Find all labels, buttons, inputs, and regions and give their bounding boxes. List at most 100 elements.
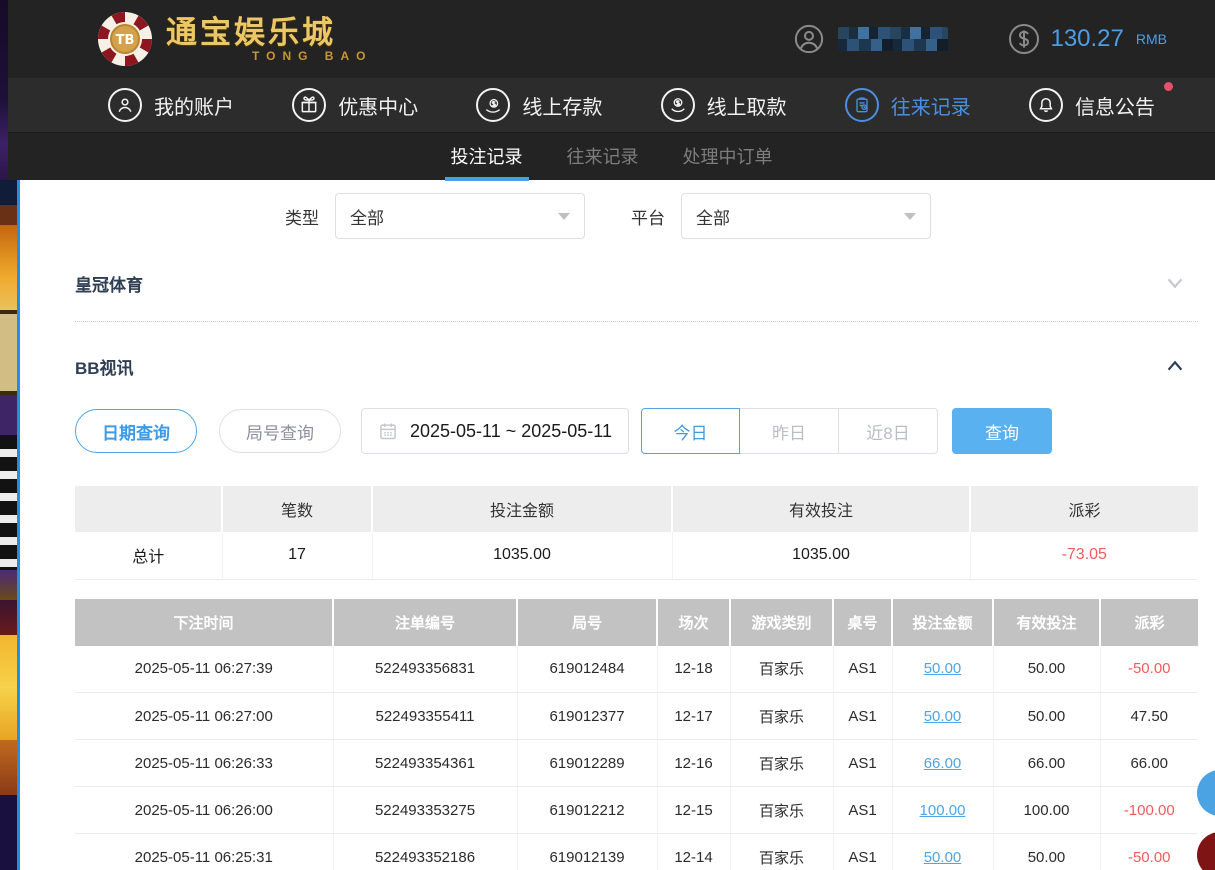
bet-amount-link[interactable]: 50.00 [924, 660, 962, 677]
deposit-icon [476, 88, 510, 122]
platform-select[interactable]: 全部 [681, 193, 931, 239]
nav-label: 我的账户 [154, 91, 234, 120]
bet-amount-cell: 50.00 [892, 646, 993, 693]
game-type-cell: 百家乐 [730, 787, 833, 834]
round-id-cell: 619012377 [517, 693, 657, 740]
payout-cell: -50.00 [1100, 834, 1198, 870]
platform-select-value: 全部 [696, 204, 730, 229]
section-bb-video[interactable]: BB视讯 [75, 348, 1198, 384]
records-icon [845, 88, 879, 122]
table-row: 2025-05-11 06:27:39522493356831619012484… [75, 646, 1198, 693]
brand-title: 通宝娱乐城 [166, 17, 372, 48]
bet-table-header-row: 下注时间 注单编号 局号 场次 游戏类别 桌号 投注金额 有效投注 派彩 [75, 599, 1198, 646]
bet-amount-cell: 66.00 [892, 740, 993, 787]
summary-total-row: 总计 17 1035.00 1035.00 -73.05 [75, 532, 1198, 579]
nav-label: 线上取款 [707, 91, 787, 120]
tab-transaction-records[interactable]: 往来记录 [567, 143, 639, 178]
type-select[interactable]: 全部 [335, 193, 585, 239]
valid-bet-cell: 50.00 [993, 646, 1100, 693]
round-id-cell: 619012139 [517, 834, 657, 870]
nav-item-deposit[interactable]: 线上存款 [476, 88, 602, 122]
game-type-cell: 百家乐 [730, 693, 833, 740]
quick-date-group: 今日 昨日 近8日 [641, 408, 938, 454]
nav-label: 线上存款 [522, 91, 602, 120]
session-cell: 12-16 [657, 740, 730, 787]
bet-amount-link[interactable]: 50.00 [924, 708, 962, 725]
round-query-button[interactable]: 局号查询 [219, 409, 341, 453]
poker-chip-icon: TB [96, 10, 154, 68]
nav-item-announcements[interactable]: 信息公告 [1029, 88, 1155, 122]
dollar-coin-icon [1008, 23, 1040, 55]
summary-header-row: 笔数 投注金额 有效投注 派彩 [75, 486, 1198, 532]
bet-amount-link[interactable]: 50.00 [924, 849, 962, 866]
bet-time-cell: 2025-05-11 06:27:00 [75, 693, 333, 740]
table-no-cell: AS1 [833, 693, 892, 740]
balance-currency: RMB [1136, 31, 1167, 47]
summary-header-blank [75, 486, 222, 532]
round-id-cell: 619012212 [517, 787, 657, 834]
bell-icon [1029, 88, 1063, 122]
round-id-cell: 619012289 [517, 740, 657, 787]
table-row: 2025-05-11 06:26:33522493354361619012289… [75, 740, 1198, 787]
nav-item-promotions[interactable]: 优惠中心 [292, 88, 418, 122]
valid-bet-cell: 100.00 [993, 787, 1100, 834]
last-8-days-button[interactable]: 近8日 [839, 408, 938, 454]
col-game-type: 游戏类别 [730, 599, 833, 646]
platform-filter-label: 平台 [631, 204, 665, 229]
bet-time-cell: 2025-05-11 06:25:31 [75, 834, 333, 870]
bet-time-cell: 2025-05-11 06:26:33 [75, 740, 333, 787]
chevron-down-icon [1164, 272, 1186, 294]
col-session: 场次 [657, 599, 730, 646]
summary-valid-bet: 1035.00 [672, 532, 970, 579]
session-cell: 12-14 [657, 834, 730, 870]
record-tabs: 投注记录 往来记录 处理中订单 [8, 133, 1215, 180]
search-button[interactable]: 查询 [952, 408, 1052, 454]
query-controls: 日期查询 局号查询 2025-05-11 ~ 2025-05-11 今日 昨日 … [75, 408, 1198, 454]
today-button[interactable]: 今日 [641, 408, 740, 454]
calendar-icon [378, 421, 398, 441]
table-row: 2025-05-11 06:26:00522493353275619012212… [75, 787, 1198, 834]
nav-item-records[interactable]: 往来记录 [845, 88, 971, 122]
brand-logo[interactable]: TB 通宝娱乐城 TONG BAO [96, 10, 372, 68]
nav-label: 优惠中心 [338, 91, 418, 120]
valid-bet-cell: 66.00 [993, 740, 1100, 787]
user-icon [794, 24, 824, 54]
table-no-cell: AS1 [833, 740, 892, 787]
table-row: 2025-05-11 06:27:00522493355411619012377… [75, 693, 1198, 740]
summary-header-count: 笔数 [222, 486, 372, 532]
nav-item-withdraw[interactable]: 线上取款 [661, 88, 787, 122]
bet-id-cell: 522493354361 [333, 740, 517, 787]
tab-pending-orders[interactable]: 处理中订单 [683, 143, 773, 178]
type-select-value: 全部 [350, 204, 384, 229]
top-header: TB 通宝娱乐城 TONG BAO 130.27 RMB [8, 0, 1215, 78]
section-crown-sports[interactable]: 皇冠体育 [75, 265, 1198, 301]
account-icon [108, 88, 142, 122]
table-no-cell: AS1 [833, 787, 892, 834]
section-divider [75, 321, 1198, 322]
col-payout: 派彩 [1100, 599, 1198, 646]
yesterday-button[interactable]: 昨日 [740, 408, 839, 454]
caret-down-icon [558, 213, 570, 220]
table-no-cell: AS1 [833, 646, 892, 693]
col-table-no: 桌号 [833, 599, 892, 646]
bet-time-cell: 2025-05-11 06:27:39 [75, 646, 333, 693]
user-area: 130.27 RMB [794, 23, 1167, 55]
nav-item-my-account[interactable]: 我的账户 [108, 88, 234, 122]
summary-table: 笔数 投注金额 有效投注 派彩 总计 17 1035.00 1035.00 -7… [75, 486, 1198, 580]
summary-payout: -73.05 [970, 532, 1198, 579]
bet-id-cell: 522493355411 [333, 693, 517, 740]
type-filter-label: 类型 [285, 204, 319, 229]
bet-time-cell: 2025-05-11 06:26:00 [75, 787, 333, 834]
bet-amount-link[interactable]: 100.00 [920, 802, 966, 819]
summary-header-payout: 派彩 [970, 486, 1198, 532]
valid-bet-cell: 50.00 [993, 693, 1100, 740]
section-title: 皇冠体育 [75, 271, 143, 296]
date-query-button[interactable]: 日期查询 [75, 409, 197, 453]
game-type-cell: 百家乐 [730, 834, 833, 870]
page: TB 通宝娱乐城 TONG BAO 130.27 RMB [0, 0, 1215, 870]
bet-amount-link[interactable]: 66.00 [924, 755, 962, 772]
tab-bet-records[interactable]: 投注记录 [451, 143, 523, 178]
date-range-input[interactable]: 2025-05-11 ~ 2025-05-11 [361, 408, 629, 454]
bet-table-body: 2025-05-11 06:27:39522493356831619012484… [75, 646, 1198, 870]
summary-header-bet-amount: 投注金额 [372, 486, 672, 532]
